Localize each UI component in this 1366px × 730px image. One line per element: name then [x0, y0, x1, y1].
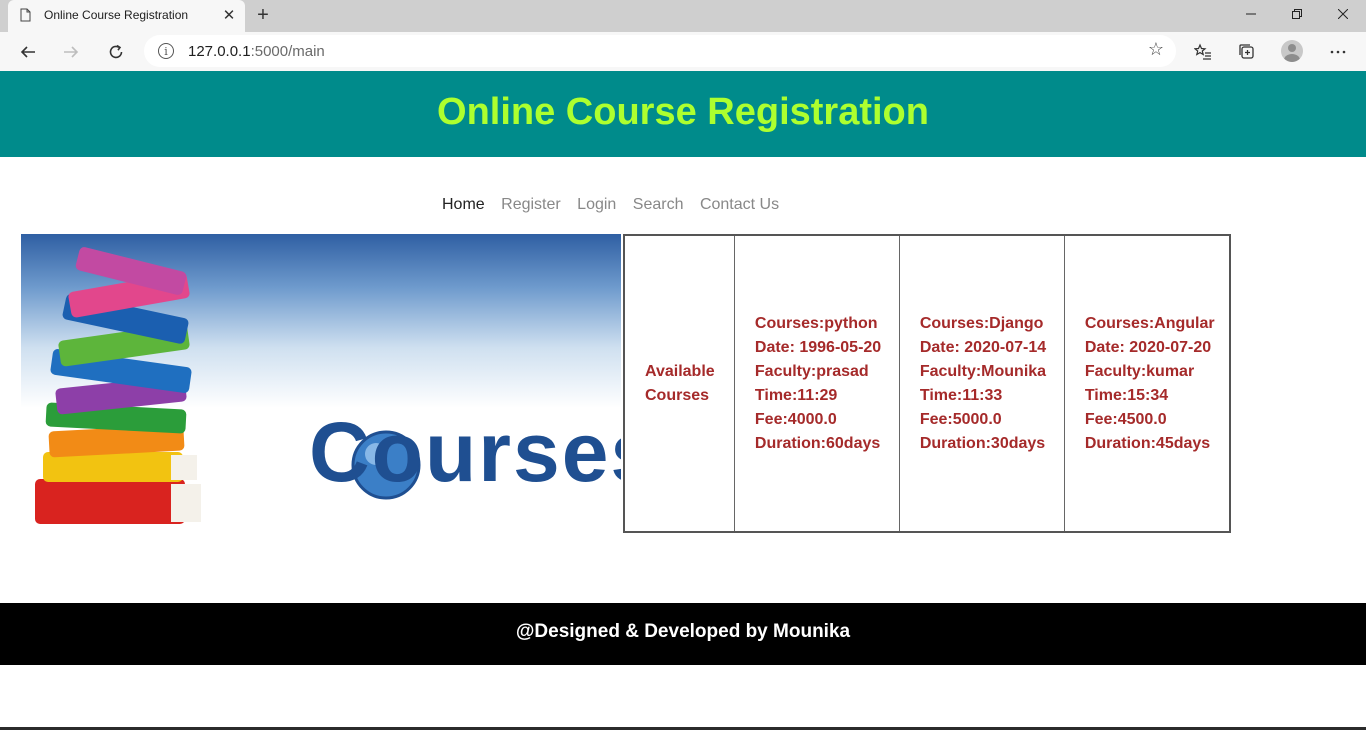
- nav-item-login[interactable]: Login: [577, 196, 616, 214]
- footer-credit: @Designed & Developed by Mounika: [515, 621, 851, 642]
- course-faculty: Faculty:kumar: [1084, 362, 1195, 380]
- course-faculty: Faculty:Mounika: [919, 362, 1047, 380]
- back-arrow-icon: [20, 46, 35, 58]
- course-cell-angular: Courses:Angular Date: 2020-07-20 Faculty…: [1063, 234, 1231, 533]
- course-faculty: Faculty:prasad: [754, 362, 869, 380]
- url-host: 127.0.0.1: [188, 43, 251, 60]
- page-title: Online Course Registration: [437, 91, 929, 133]
- course-duration: Duration:60days: [754, 434, 881, 452]
- restore-window-button[interactable]: [1274, 0, 1320, 30]
- document-icon: [20, 8, 31, 22]
- favorites-button[interactable]: [1188, 37, 1218, 67]
- course-name: Courses:Angular: [1084, 314, 1215, 332]
- course-time: Time:11:33: [919, 386, 1003, 404]
- page-header: Online Course Registration: [0, 71, 1366, 157]
- profile-avatar-icon[interactable]: [1281, 40, 1303, 62]
- browser-toolbar: i 127.0.0.1:5000/main ☆: [0, 32, 1366, 72]
- course-date: Date: 2020-07-20: [1084, 338, 1212, 356]
- course-time: Time:11:29: [754, 386, 838, 404]
- collections-icon: [1239, 44, 1254, 59]
- url-text[interactable]: 127.0.0.1:5000/main: [188, 43, 325, 60]
- nav-item-contact-us[interactable]: Contact Us: [700, 196, 779, 214]
- back-button[interactable]: [13, 37, 43, 67]
- minimize-window-button[interactable]: [1228, 0, 1274, 30]
- page-footer: @Designed & Developed by Mounika: [0, 603, 1366, 665]
- course-name: Courses:Django: [919, 314, 1044, 332]
- star-icon[interactable]: ☆: [1148, 39, 1164, 60]
- course-date: Date: 1996-05-20: [754, 338, 882, 356]
- close-window-button[interactable]: [1320, 0, 1366, 30]
- course-time: Time:15:34: [1084, 386, 1169, 404]
- course-cell-python: Courses:python Date: 1996-05-20 Faculty:…: [733, 234, 900, 533]
- minimize-icon: [1246, 13, 1256, 15]
- main-nav: Home Register Login Search Contact Us: [442, 196, 791, 216]
- course-cell-django: Courses:Django Date: 2020-07-14 Faculty:…: [898, 234, 1065, 533]
- collections-button[interactable]: [1232, 37, 1262, 67]
- banner-courses-text: Courses: [309, 405, 621, 499]
- url-path: :5000/main: [250, 43, 325, 60]
- new-tab-button[interactable]: +: [251, 4, 275, 28]
- course-name: Courses:python: [754, 314, 878, 332]
- refresh-icon: [109, 44, 123, 59]
- browser-tab-bar: Online Course Registration ✕ +: [0, 0, 1366, 32]
- more-button[interactable]: [1323, 37, 1353, 67]
- tab-title: Online Course Registration: [44, 8, 189, 22]
- browser-tab[interactable]: Online Course Registration ✕: [8, 0, 245, 32]
- forward-arrow-icon: [64, 46, 79, 58]
- restore-icon: [1292, 9, 1302, 19]
- available-courses-heading: Available Courses: [623, 234, 735, 533]
- forward-button[interactable]: [56, 37, 86, 67]
- favorites-icon: [1193, 43, 1211, 60]
- course-date: Date: 2020-07-14: [919, 338, 1047, 356]
- more-icon: [1330, 50, 1346, 54]
- available-courses-table: Available Courses Courses:python Date: 1…: [623, 234, 1231, 533]
- course-fee: Fee:5000.0: [919, 410, 1002, 428]
- courses-banner-image: Courses: [21, 234, 621, 534]
- close-icon: [1337, 8, 1349, 20]
- refresh-button[interactable]: [101, 37, 131, 67]
- course-duration: Duration:30days: [919, 434, 1046, 452]
- nav-item-register[interactable]: Register: [501, 196, 561, 214]
- nav-item-home[interactable]: Home: [442, 196, 485, 214]
- close-tab-icon[interactable]: ✕: [219, 6, 239, 26]
- nav-item-search[interactable]: Search: [633, 196, 684, 214]
- course-fee: Fee:4000.0: [754, 410, 837, 428]
- course-fee: Fee:4500.0: [1084, 410, 1167, 428]
- table-row: Available Courses Courses:python Date: 1…: [623, 234, 1231, 533]
- info-icon[interactable]: i: [158, 43, 174, 59]
- course-duration: Duration:45days: [1084, 434, 1211, 452]
- address-bar[interactable]: i 127.0.0.1:5000/main ☆: [144, 35, 1176, 67]
